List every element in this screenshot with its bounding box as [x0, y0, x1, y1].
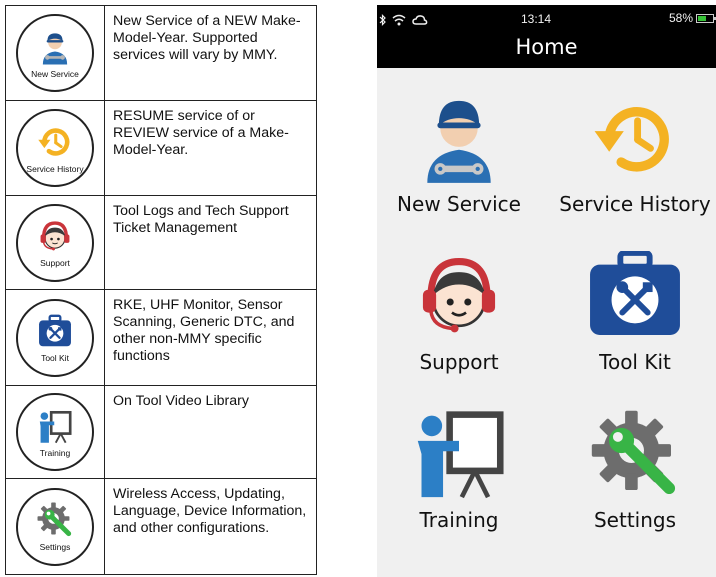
- toolbox-icon: [590, 251, 680, 336]
- settings-gear-wrench-icon: [591, 410, 676, 495]
- legend-table: New Service New Service of a NEW Make-Mo…: [5, 5, 317, 575]
- legend-icon-label: Tool Kit: [41, 353, 69, 363]
- legend-icon-label: Service History: [26, 163, 84, 174]
- support-headset-icon: [40, 221, 70, 251]
- legend-row-service-history: Service History RESUME service of or REV…: [6, 101, 316, 196]
- legend-icon-label: Training: [39, 447, 71, 458]
- tile-label: Service History: [559, 192, 711, 216]
- tile-label: Settings: [593, 508, 677, 532]
- legend-description: On Tool Video Library: [113, 393, 249, 409]
- tile-service-history[interactable]: Service History: [555, 93, 715, 243]
- legend-icon-cell: Service History: [6, 101, 105, 195]
- tile-support[interactable]: Support: [379, 251, 539, 401]
- legend-description: New Service of a NEW Make-Model-Year. Su…: [113, 13, 301, 63]
- legend-row-new-service: New Service New Service of a NEW Make-Mo…: [6, 6, 316, 101]
- support-headset-icon: [422, 258, 496, 333]
- mechanic-icon: [427, 100, 491, 183]
- legend-row-training: Training On Tool Video Library: [6, 386, 316, 479]
- battery-percent: 58%: [668, 11, 693, 25]
- tile-tool-kit[interactable]: Tool Kit: [555, 251, 715, 401]
- page-title: Home: [515, 35, 578, 59]
- legend-icon-cell: Training: [6, 386, 105, 478]
- history-clock-icon: [38, 127, 70, 156]
- tile-settings[interactable]: Settings: [555, 409, 715, 559]
- training-presenter-icon: [417, 411, 504, 499]
- legend-icon-label: Settings: [39, 542, 71, 552]
- page: New Service New Service of a NEW Make-Mo…: [0, 0, 716, 577]
- tile-label: Training: [419, 508, 499, 532]
- legend-icon-badge-support: Support: [16, 203, 94, 282]
- legend-icon-label: Support: [40, 258, 70, 268]
- legend-icon-badge-service-history: Service History: [16, 109, 94, 187]
- wifi-icon: [392, 13, 406, 31]
- settings-gear-wrench-icon: [37, 502, 72, 537]
- legend-description: RESUME service of or REVIEW service of a…: [113, 108, 289, 158]
- tile-label: Tool Kit: [599, 350, 671, 374]
- legend-icon-cell: Settings: [6, 479, 105, 574]
- cloud-icon: [412, 13, 428, 31]
- legend-icon-badge-settings: Settings: [16, 487, 94, 566]
- tile-training[interactable]: Training: [379, 409, 539, 559]
- legend-description: Wireless Access, Updating, Language, Dev…: [113, 486, 307, 536]
- training-presenter-icon: [39, 410, 72, 443]
- legend-row-support: Support Tool Logs and Tech Support Ticke…: [6, 196, 316, 290]
- legend-description: RKE, UHF Monitor, Sensor Scanning, Gener…: [113, 297, 295, 364]
- battery-status: 58%: [668, 11, 716, 25]
- legend-icon-cell: Support: [6, 196, 105, 289]
- tile-label: Support: [419, 350, 499, 374]
- legend-icon-badge-tool-kit: Tool Kit: [16, 298, 94, 377]
- legend-icon-badge-training: Training: [16, 393, 94, 471]
- tile-new-service[interactable]: New Service: [379, 93, 539, 243]
- legend-icon-badge-new-service: New Service: [16, 14, 94, 92]
- toolbox-icon: [39, 314, 71, 347]
- legend-row-tool-kit: Tool Kit RKE, UHF Monitor, Sensor Scanni…: [6, 290, 316, 386]
- battery-icon: [696, 13, 716, 23]
- status-time: 13:14: [521, 12, 552, 26]
- legend-icon-cell: New Service: [6, 6, 105, 100]
- mechanic-icon: [42, 32, 68, 64]
- battery-fill: [698, 15, 707, 21]
- status-icons: [379, 13, 428, 31]
- legend-icon-cell: Tool Kit: [6, 290, 105, 385]
- history-clock-icon: [594, 107, 669, 172]
- tile-label: New Service: [397, 192, 521, 216]
- phone-screen: 13:14 58% Home New Service Service Histo…: [377, 5, 716, 577]
- app-header: 13:14 58% Home: [377, 5, 716, 68]
- legend-description: Tool Logs and Tech Support Ticket Manage…: [113, 203, 289, 236]
- legend-row-settings: Settings Wireless Access, Updating, Lang…: [6, 479, 316, 574]
- legend-icon-label: New Service: [31, 68, 79, 79]
- bluetooth-icon: [379, 13, 386, 31]
